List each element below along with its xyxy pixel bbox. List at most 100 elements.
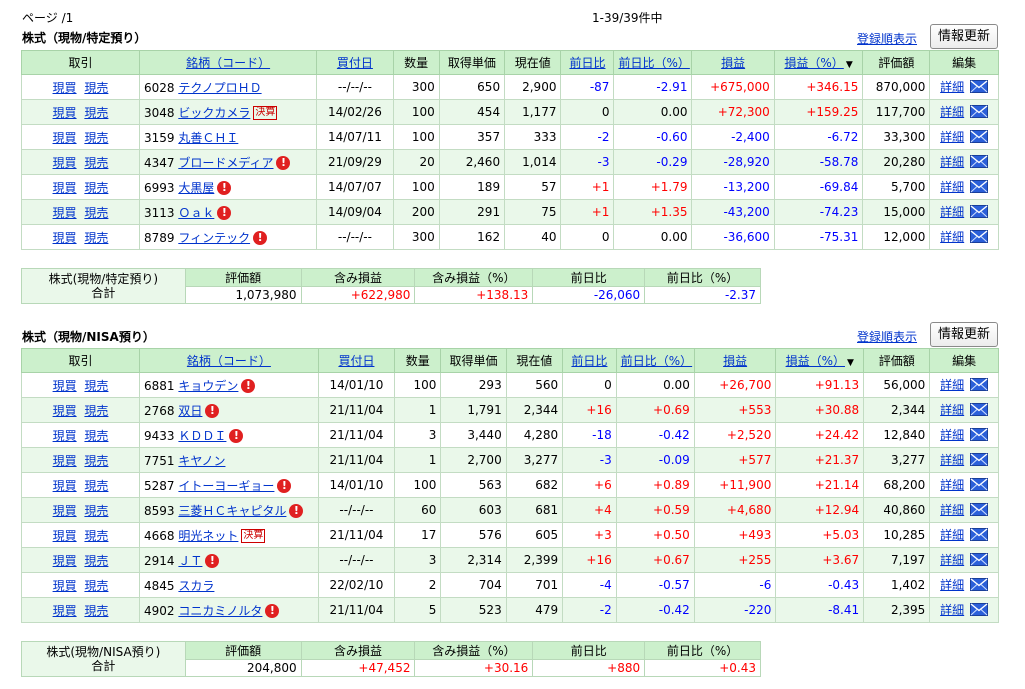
sort-pl-link[interactable]: 損益 — [721, 56, 745, 70]
stock-name-link[interactable]: ＫＤＤＩ — [178, 429, 226, 443]
sort-change-link[interactable]: 前日比 — [571, 354, 607, 368]
mail-icon[interactable] — [970, 502, 989, 519]
stock-name-link[interactable]: ビックカメラ — [178, 106, 250, 120]
sell-link[interactable]: 現売 — [84, 404, 108, 418]
sell-link[interactable]: 現売 — [84, 454, 108, 468]
mail-icon[interactable] — [970, 477, 989, 494]
buy-link[interactable]: 現買 — [53, 554, 77, 568]
sell-link[interactable]: 現売 — [84, 181, 108, 195]
sell-link[interactable]: 現売 — [84, 231, 108, 245]
col-pl[interactable]: 損益 — [693, 348, 777, 373]
detail-link[interactable]: 詳細 — [940, 205, 964, 219]
detail-link[interactable]: 詳細 — [940, 155, 964, 169]
stock-name-link[interactable]: ＪＴ — [178, 554, 202, 568]
sort-registration-link[interactable]: 登録順表示 — [857, 328, 917, 345]
sell-link[interactable]: 現売 — [84, 579, 108, 593]
sort-date-link[interactable]: 買付日 — [338, 354, 374, 368]
buy-link[interactable]: 現買 — [53, 231, 77, 245]
col-name[interactable]: 銘柄（コード） — [138, 50, 318, 75]
stock-name-link[interactable]: キヤノン — [178, 454, 225, 468]
buy-link[interactable]: 現買 — [53, 579, 77, 593]
alert-icon[interactable]: ! — [217, 206, 232, 220]
buy-link[interactable]: 現買 — [53, 404, 77, 418]
sell-link[interactable]: 現売 — [84, 379, 108, 393]
col-change[interactable]: 前日比 — [560, 50, 615, 75]
col-name[interactable]: 銘柄（コード） — [139, 348, 319, 373]
sort-pl-pct-link[interactable]: 損益（%） — [786, 354, 845, 368]
alert-icon[interactable]: ! — [289, 504, 304, 518]
detail-link[interactable]: 詳細 — [940, 230, 964, 244]
buy-link[interactable]: 現買 — [53, 604, 77, 618]
mail-icon[interactable] — [970, 552, 989, 569]
alert-icon[interactable]: ! — [265, 604, 280, 618]
stock-name-link[interactable]: 大黒屋 — [178, 181, 214, 195]
sell-link[interactable]: 現売 — [84, 206, 108, 220]
sort-change-link[interactable]: 前日比 — [569, 56, 605, 70]
detail-link[interactable]: 詳細 — [940, 80, 964, 94]
alert-icon[interactable]: ! — [205, 404, 220, 418]
sell-link[interactable]: 現売 — [84, 604, 108, 618]
sell-link[interactable]: 現売 — [84, 529, 108, 543]
detail-link[interactable]: 詳細 — [940, 553, 964, 567]
detail-link[interactable]: 詳細 — [940, 180, 964, 194]
alert-icon[interactable]: ! — [241, 379, 256, 393]
mail-icon[interactable] — [970, 104, 989, 121]
detail-link[interactable]: 詳細 — [940, 403, 964, 417]
buy-link[interactable]: 現買 — [53, 479, 77, 493]
mail-icon[interactable] — [970, 527, 989, 544]
stock-name-link[interactable]: 明光ネット — [178, 529, 238, 543]
stock-name-link[interactable]: テクノプロＨＤ — [178, 81, 261, 95]
sell-link[interactable]: 現売 — [84, 554, 108, 568]
detail-link[interactable]: 詳細 — [940, 478, 964, 492]
stock-name-link[interactable]: 丸善ＣＨＩ — [178, 131, 238, 145]
stock-name-link[interactable]: 三菱ＨＣキャピタル — [178, 504, 286, 518]
sort-pl-pct-link[interactable]: 損益（%） — [784, 56, 843, 70]
col-change-pct[interactable]: 前日比（%） — [615, 348, 695, 373]
col-pl[interactable]: 損益 — [691, 50, 775, 75]
alert-icon[interactable]: ! — [276, 156, 291, 170]
col-buy-date[interactable]: 買付日 — [317, 348, 396, 373]
buy-link[interactable]: 現買 — [53, 206, 77, 220]
sort-change-pct-link[interactable]: 前日比（%） — [618, 56, 689, 70]
col-change[interactable]: 前日比 — [562, 348, 617, 373]
alert-icon[interactable]: ! — [277, 479, 292, 493]
buy-link[interactable]: 現買 — [53, 181, 77, 195]
sort-registration-link[interactable]: 登録順表示 — [857, 30, 917, 47]
mail-icon[interactable] — [970, 452, 989, 469]
col-buy-date[interactable]: 買付日 — [316, 50, 394, 75]
col-pl-pct[interactable]: 損益（%） ▼ — [773, 50, 864, 75]
mail-icon[interactable] — [970, 79, 989, 96]
sell-link[interactable]: 現売 — [84, 81, 108, 95]
mail-icon[interactable] — [970, 229, 989, 246]
detail-link[interactable]: 詳細 — [940, 603, 964, 617]
buy-link[interactable]: 現買 — [53, 529, 77, 543]
detail-link[interactable]: 詳細 — [940, 503, 964, 517]
sort-change-pct-link[interactable]: 前日比（%） — [621, 354, 692, 368]
buy-link[interactable]: 現買 — [53, 379, 77, 393]
mail-icon[interactable] — [970, 427, 989, 444]
stock-name-link[interactable]: コニカミノルタ — [178, 604, 262, 618]
detail-link[interactable]: 詳細 — [940, 105, 964, 119]
buy-link[interactable]: 現買 — [53, 131, 77, 145]
detail-link[interactable]: 詳細 — [940, 428, 964, 442]
stock-name-link[interactable]: キョウデン — [178, 379, 238, 393]
sell-link[interactable]: 現売 — [84, 504, 108, 518]
sort-name-link[interactable]: 銘柄（コード） — [186, 56, 270, 70]
stock-name-link[interactable]: 双日 — [178, 404, 202, 418]
sell-link[interactable]: 現売 — [84, 106, 108, 120]
stock-name-link[interactable]: Ｏａｋ — [178, 206, 214, 220]
buy-link[interactable]: 現買 — [53, 81, 77, 95]
buy-link[interactable]: 現買 — [53, 504, 77, 518]
sell-link[interactable]: 現売 — [84, 429, 108, 443]
buy-link[interactable]: 現買 — [53, 156, 77, 170]
detail-link[interactable]: 詳細 — [940, 578, 964, 592]
buy-link[interactable]: 現買 — [53, 106, 77, 120]
sort-date-link[interactable]: 買付日 — [337, 56, 373, 70]
alert-icon[interactable]: ! — [253, 231, 268, 245]
sell-link[interactable]: 現売 — [84, 156, 108, 170]
sort-name-link[interactable]: 銘柄（コード） — [187, 354, 271, 368]
stock-name-link[interactable]: フィンテック — [178, 231, 250, 245]
col-change-pct[interactable]: 前日比（%） — [613, 50, 693, 75]
alert-icon[interactable]: ! — [205, 554, 220, 568]
col-pl-pct[interactable]: 損益（%） ▼ — [775, 348, 865, 373]
